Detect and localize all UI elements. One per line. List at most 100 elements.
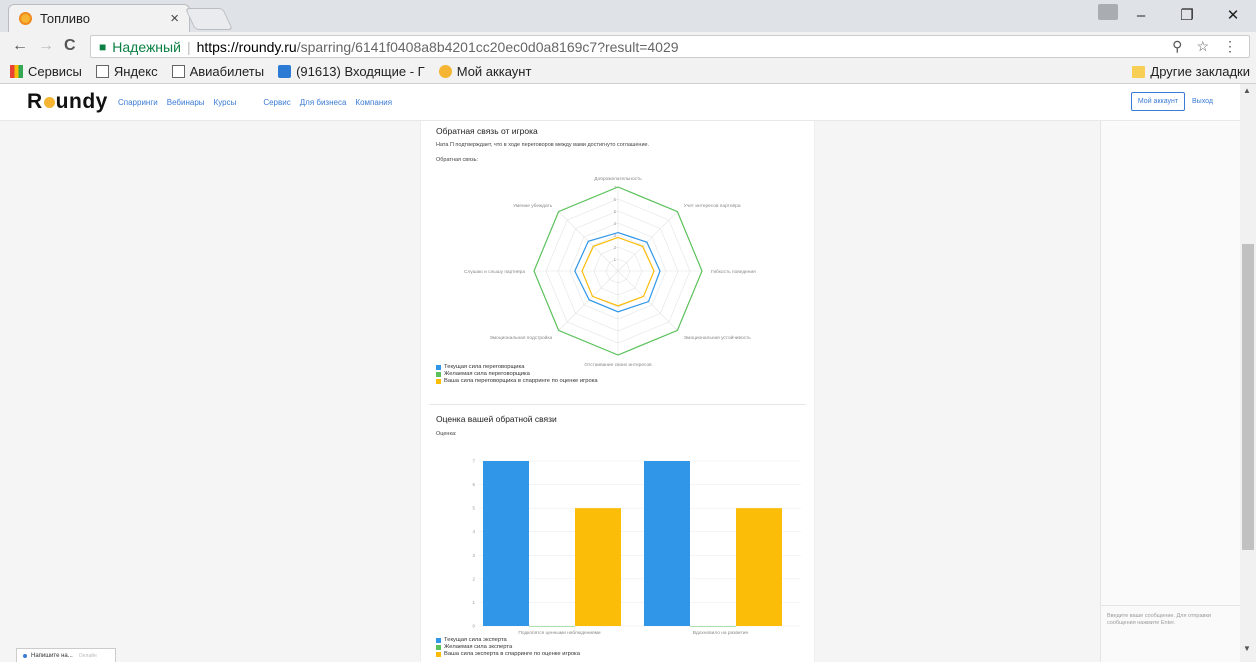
toolbar: ← → C ■ Надежный | https://roundy.ru /sp… [0, 32, 1256, 60]
browser-tabstrip: Топливо × – ❐ ✕ [0, 0, 1256, 32]
bar-tick-label: 1 [472, 600, 475, 605]
scroll-thumb[interactable] [1242, 244, 1254, 550]
widget-label: Напишите на... [31, 652, 73, 659]
radar-chart: Доброжелательность Учет интересов партнёр… [464, 177, 756, 367]
rating-title: Оценка вашей обратной связи [436, 414, 557, 424]
roundy-favicon-icon [438, 65, 452, 78]
restore-button[interactable]: ❐ [1164, 6, 1210, 24]
bookmark-label: Мой аккаунт [456, 64, 532, 79]
legend-item: Текущая сила эксперта [436, 637, 580, 644]
bar-tick-label: 5 [472, 506, 475, 511]
radar-axis-label: Гибкость поведения [711, 269, 756, 275]
feedback-label: Обратная связь: [436, 157, 479, 163]
menu-service[interactable]: Сервис [263, 98, 290, 107]
logout-link[interactable]: Выход [1192, 98, 1213, 105]
bar-blue [644, 461, 690, 626]
menu-webinars[interactable]: Вебинары [167, 98, 205, 107]
logo-dot-icon [43, 97, 55, 108]
bookmark-yandex[interactable]: Яндекс [95, 64, 158, 79]
reload-icon[interactable]: C [64, 37, 76, 55]
menu-sparrings[interactable]: Спарринги [118, 98, 158, 107]
feedback-title: Обратная связь от игрока [436, 126, 538, 136]
bookmark-services[interactable]: Сервисы [10, 64, 82, 79]
chat-divider [1101, 605, 1241, 606]
radar-legend: Текущая сила переговорщика Желаемая сила… [436, 364, 598, 385]
logo-letter: R [27, 90, 43, 113]
bar-category-label: Подкопятся ценными наблюдениями [518, 630, 601, 636]
back-icon[interactable]: ← [12, 37, 28, 55]
radar-spoke [617, 270, 678, 331]
scroll-down-icon[interactable]: ▼ [1243, 644, 1251, 653]
menu-courses[interactable]: Курсы [214, 98, 237, 107]
bar-chart: 0 1 2 3 4 5 6 7 Подкопятся ценными наблюдениями В… [472, 459, 801, 636]
chat-widget-tab[interactable]: Напишите на... Онлайн [16, 648, 116, 662]
bookmark-label: Сервисы [28, 64, 82, 79]
page-icon [95, 65, 109, 78]
url-host: https://roundy.ru [196, 38, 297, 55]
close-window-button[interactable]: ✕ [1210, 6, 1256, 24]
chrome-menu-icon[interactable]: ⋮ [1223, 38, 1237, 55]
bar-tick-label: 6 [472, 482, 475, 487]
section-divider [429, 404, 806, 405]
bar-yellow [575, 508, 621, 626]
forward-icon[interactable]: → [38, 37, 54, 55]
lock-icon: ■ [99, 39, 107, 54]
roundy-logo[interactable]: Rundy [27, 90, 108, 114]
site-header: Rundy Спарринги Вебинары Курсы Сервис Дл… [0, 84, 1240, 121]
left-background [0, 121, 420, 662]
secure-label: Надежный [112, 38, 181, 55]
bar-tick-label: 2 [472, 576, 475, 581]
other-bookmarks[interactable]: Другие закладки [1132, 64, 1250, 79]
right-background [815, 121, 1100, 662]
new-tab-button[interactable] [184, 8, 234, 30]
bar-blue [483, 461, 529, 626]
legend-label: Текущая сила переговорщика [444, 364, 525, 370]
legend-swatch-blue [436, 638, 441, 643]
address-bar[interactable]: ■ Надежный | https://roundy.ru /sparring… [90, 35, 1250, 58]
rating-label: Оценка: [436, 431, 457, 437]
page-scrollbar[interactable]: ▲ ▼ [1240, 84, 1256, 662]
online-dot-icon [23, 653, 27, 658]
mail-icon [278, 65, 292, 78]
bookmark-label: Яндекс [113, 64, 158, 79]
profile-icon[interactable] [1098, 4, 1118, 20]
legend-label: Желаемая сила эксперта [444, 644, 513, 650]
bar-category-label: Вдохновило на развитие [693, 630, 749, 636]
menu-company[interactable]: Компания [355, 98, 392, 107]
bookmark-inbox[interactable]: (91613) Входящие - Г [278, 64, 425, 79]
legend-item: Текущая сила переговорщика [436, 364, 598, 371]
chat-panel: Введите ваше сообщение. Для отправки соо… [1100, 121, 1241, 662]
chat-message-input[interactable]: Введите ваше сообщение. Для отправки соо… [1107, 613, 1235, 627]
legend-swatch-green [436, 645, 441, 650]
bar-tick-label: 0 [472, 624, 475, 629]
bar-tick-label: 7 [472, 459, 475, 464]
radar-axis-label: Эмоциональная подстройка [489, 334, 552, 341]
my-account-button[interactable]: Мой аккаунт [1131, 92, 1185, 111]
radar-spoke [558, 270, 619, 331]
legend-label: Ваша сила эксперта в спарринге по оценке… [444, 651, 580, 657]
bookmark-flights[interactable]: Авиабилеты [171, 64, 265, 79]
browser-tab[interactable]: Топливо × [8, 4, 190, 32]
tab-close-icon[interactable]: × [170, 10, 179, 27]
bookmark-star-icon[interactable]: ☆ [1196, 38, 1209, 55]
bookmarks-bar: Сервисы Яндекс Авиабилеты (91613) Входящ… [0, 60, 1256, 84]
legend-swatch-green [436, 372, 441, 377]
radar-axis-label: Слушаю и слышу партнёра [464, 269, 525, 275]
zoom-icon[interactable]: ⚲ [1172, 38, 1182, 55]
tab-favicon-icon [19, 12, 32, 25]
legend-swatch-blue [436, 365, 441, 370]
bookmark-account[interactable]: Мой аккаунт [438, 64, 532, 79]
bookmark-label: Авиабилеты [189, 64, 265, 79]
other-bookmarks-label: Другие закладки [1150, 64, 1250, 79]
feedback-text: Ната П подтверждает, что в ходе перегово… [436, 142, 650, 148]
minimize-button[interactable]: – [1118, 7, 1164, 24]
url-path: /sparring/6141f0408a8b4201cc20ec0d0a8169… [296, 38, 679, 55]
menu-business[interactable]: Для бизнеса [300, 98, 347, 107]
legend-item: Ваша сила эксперта в спарринге по оценке… [436, 651, 580, 658]
legend-label: Желаемая сила переговорщика [444, 371, 530, 377]
legend-label: Ваша сила переговорщика в спарринге по о… [444, 378, 598, 384]
legend-item: Ваша сила переговорщика в спарринге по о… [436, 378, 598, 385]
scroll-up-icon[interactable]: ▲ [1243, 86, 1251, 95]
folder-icon [1132, 65, 1146, 78]
legend-item: Желаемая сила переговорщика [436, 371, 598, 378]
